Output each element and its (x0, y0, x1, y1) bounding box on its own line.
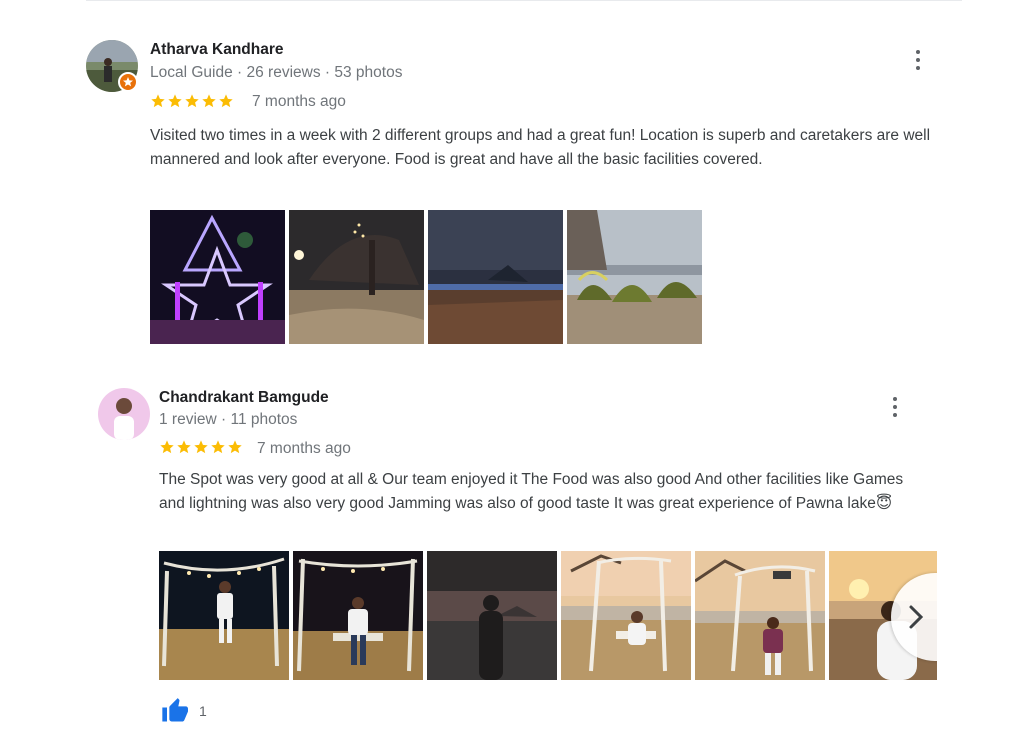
reviewer-name[interactable]: Chandrakant Bamgude (159, 389, 329, 407)
review-photo[interactable] (561, 551, 691, 680)
star-icon (194, 440, 208, 454)
more-options-button[interactable] (883, 393, 907, 421)
review-photo[interactable] (427, 551, 557, 680)
next-photos-button[interactable] (891, 573, 937, 661)
star-icon (160, 440, 174, 454)
like-count: 1 (199, 703, 207, 719)
review-card: Chandrakant Bamgude 1 review · 11 photos… (0, 0, 1024, 736)
star-rating (159, 439, 243, 455)
review-photo[interactable] (829, 551, 937, 680)
reviewer-avatar[interactable] (98, 388, 150, 440)
review-photo[interactable] (695, 551, 825, 680)
more-vertical-icon (893, 397, 897, 401)
review-photo[interactable] (293, 551, 423, 680)
review-text: The Spot was very good at all & Our team… (159, 471, 904, 512)
like-button[interactable]: 1 (159, 697, 207, 725)
review-photos (159, 551, 937, 680)
star-icon (228, 440, 242, 454)
thumbs-up-icon (162, 698, 188, 722)
star-icon (211, 440, 225, 454)
review-time: 7 months ago (257, 440, 351, 457)
reviewer-meta[interactable]: 1 review · 11 photos (159, 411, 297, 429)
chevron-right-icon (909, 605, 924, 629)
review-photo[interactable] (159, 551, 289, 680)
star-icon (177, 440, 191, 454)
